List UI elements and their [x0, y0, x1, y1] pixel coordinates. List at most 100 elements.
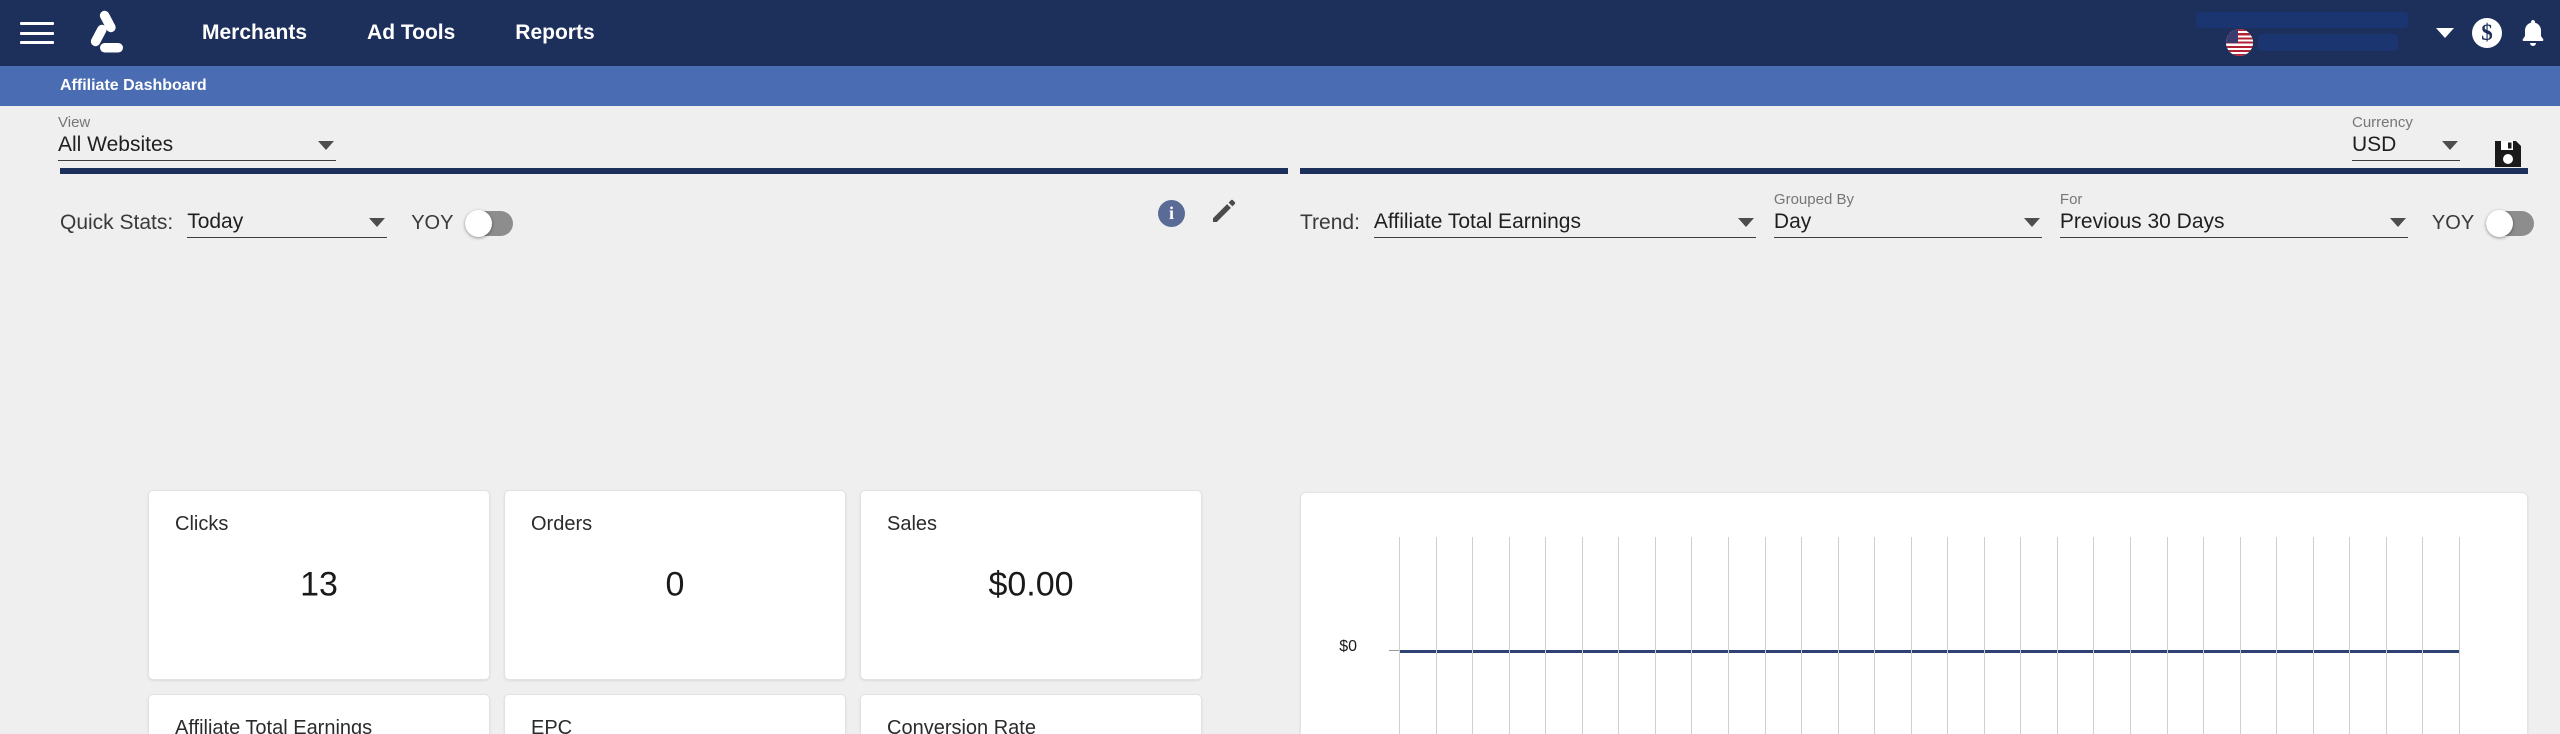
chart-gridline [1911, 537, 1912, 734]
chart-gridline [2057, 537, 2058, 734]
page-title: Affiliate Dashboard [60, 77, 207, 94]
chart-plot-area [1399, 537, 2460, 734]
quick-stats-period-value: Today [187, 210, 244, 233]
chart-gridline [2020, 537, 2021, 734]
quick-stats-label: Quick Stats: [60, 211, 174, 234]
trend-chart-panel[interactable]: $0 08/07/202208/09/202208/11/202208/13/2… [1300, 492, 2528, 734]
view-filter: View All Websites [58, 114, 336, 161]
chevron-down-icon [2389, 217, 2406, 227]
avantlink-logo[interactable] [80, 6, 134, 60]
nav-link-reports[interactable]: Reports [485, 0, 624, 66]
trend-yoy-label: YOY [2431, 212, 2475, 234]
trend-grouped-by-value: Day [1773, 210, 1812, 233]
trend-for-value: Previous 30 Days [2059, 210, 2225, 233]
chart-gridline [1618, 537, 1619, 734]
chart-series-line [1399, 650, 2459, 653]
view-select-value: All Websites [58, 133, 174, 156]
nav-link-ad-tools[interactable]: Ad Tools [337, 0, 485, 66]
chart-gridline [1874, 537, 1875, 734]
nav-link-merchants[interactable]: Merchants [172, 0, 337, 66]
chart-gridline [2349, 537, 2350, 734]
chart-gridline [1728, 537, 1729, 734]
redaction-bar-top [2196, 12, 2408, 28]
view-select[interactable]: All Websites [58, 133, 336, 161]
trend-for-select[interactable]: Previous 30 Days [2059, 210, 2408, 238]
toggle-knob [2486, 210, 2514, 237]
view-filter-label: View [58, 114, 91, 131]
trend-grouped-by-select[interactable]: Day [1773, 210, 2042, 238]
currency-filter: Currency USD [2352, 114, 2460, 161]
chart-gridline [1765, 537, 1766, 734]
chevron-down-icon [2442, 140, 2458, 150]
chart-gridline [1582, 537, 1583, 734]
currency-select[interactable]: USD [2352, 133, 2460, 161]
trend-label: Trend: [1300, 211, 1360, 234]
trend-for-field: For Previous 30 Days [2059, 191, 2408, 238]
stat-card-title: Affiliate Total Earnings [175, 717, 373, 734]
info-icon[interactable]: i [1158, 200, 1185, 227]
quick-stats-card-grid: Clicks 13 Orders 0 Sales $0.00 Affiliate… [148, 490, 1202, 734]
pencil-edit-icon[interactable] [1211, 198, 1237, 229]
stat-card-sales[interactable]: Sales $0.00 [860, 490, 1202, 680]
floppy-disk-save-icon[interactable] [2492, 138, 2524, 170]
stat-card-title: Clicks [175, 513, 229, 535]
chevron-down-icon [2023, 217, 2040, 227]
redaction-bar-bottom [2258, 34, 2398, 51]
stat-card-value: $0.00 [988, 565, 1074, 604]
chart-gridline [1545, 537, 1546, 734]
quick-stats-actions: i [1158, 198, 1237, 229]
stat-card-title: EPC [531, 717, 573, 734]
toggle-knob [465, 210, 493, 237]
filter-bar: View All Websites Currency USD [0, 106, 2560, 168]
account-chevron-down-icon[interactable] [2436, 28, 2454, 38]
divider-left [60, 168, 1288, 174]
account-area-redacted[interactable] [2178, 10, 2418, 56]
quick-stats-yoy-toggle[interactable] [465, 210, 514, 237]
trend-yoy-toggle[interactable] [2486, 210, 2535, 237]
chart-gridline [2167, 537, 2168, 734]
chart-gridline [1984, 537, 1985, 734]
dashboard-main: Quick Stats: Today YOY i Trend: Affiliat… [0, 180, 2560, 734]
hamburger-menu-icon[interactable] [18, 18, 56, 48]
trend-metric-select[interactable]: Affiliate Total Earnings [1373, 210, 1756, 238]
stat-card-title: Orders [531, 513, 593, 535]
chart-gridline [2093, 537, 2094, 734]
stat-card-conversion-rate[interactable]: Conversion Rate 0.00% [860, 694, 1202, 734]
section-dividers [0, 168, 2560, 180]
chart-gridline [1472, 537, 1473, 734]
chart-gridline [1838, 537, 1839, 734]
chart-y-axis-tick-mark [1389, 650, 1399, 651]
stat-card-epc[interactable]: EPC $0.00 [504, 694, 846, 734]
trend-header: Trend: Affiliate Total Earnings Grouped … [1300, 190, 2540, 238]
trend-metric-value: Affiliate Total Earnings [1373, 210, 1581, 233]
stat-card-orders[interactable]: Orders 0 [504, 490, 846, 680]
bell-icon[interactable] [2520, 18, 2546, 48]
chart-gridline [1436, 537, 1437, 734]
trend-grouped-by-field: Grouped By Day [1773, 191, 2042, 238]
primary-nav-links: Merchants Ad Tools Reports [172, 0, 625, 66]
stat-card-title: Sales [887, 513, 938, 535]
chart-gridline [1691, 537, 1692, 734]
chart-gridline [1509, 537, 1510, 734]
divider-right [1300, 168, 2528, 174]
chevron-down-icon [369, 217, 386, 227]
stat-card-value: 0 [665, 565, 685, 604]
stat-card-affiliate-total-earnings[interactable]: Affiliate Total Earnings $0.00 [148, 694, 490, 734]
trend-grouped-by-label: Grouped By [1773, 191, 1854, 208]
trend-metric-field: Affiliate Total Earnings [1373, 210, 1756, 238]
us-flag-icon [2226, 29, 2253, 56]
trend-for-label: For [2059, 191, 2083, 208]
chart-gridline [2386, 537, 2387, 734]
chart-gridline [1801, 537, 1802, 734]
chart-gridline [2276, 537, 2277, 734]
stat-card-clicks[interactable]: Clicks 13 [148, 490, 490, 680]
chevron-down-icon [1737, 217, 1754, 227]
sub-navigation-bar: Affiliate Dashboard [0, 66, 2560, 106]
chevron-down-icon [318, 140, 334, 150]
chart-gridline [2130, 537, 2131, 734]
chart-gridline [1655, 537, 1656, 734]
quick-stats-header: Quick Stats: Today YOY [60, 190, 514, 238]
dollar-circle-icon[interactable]: $ [2472, 18, 2502, 48]
chart-gridline [1947, 537, 1948, 734]
quick-stats-period-select[interactable]: Today [187, 210, 388, 238]
